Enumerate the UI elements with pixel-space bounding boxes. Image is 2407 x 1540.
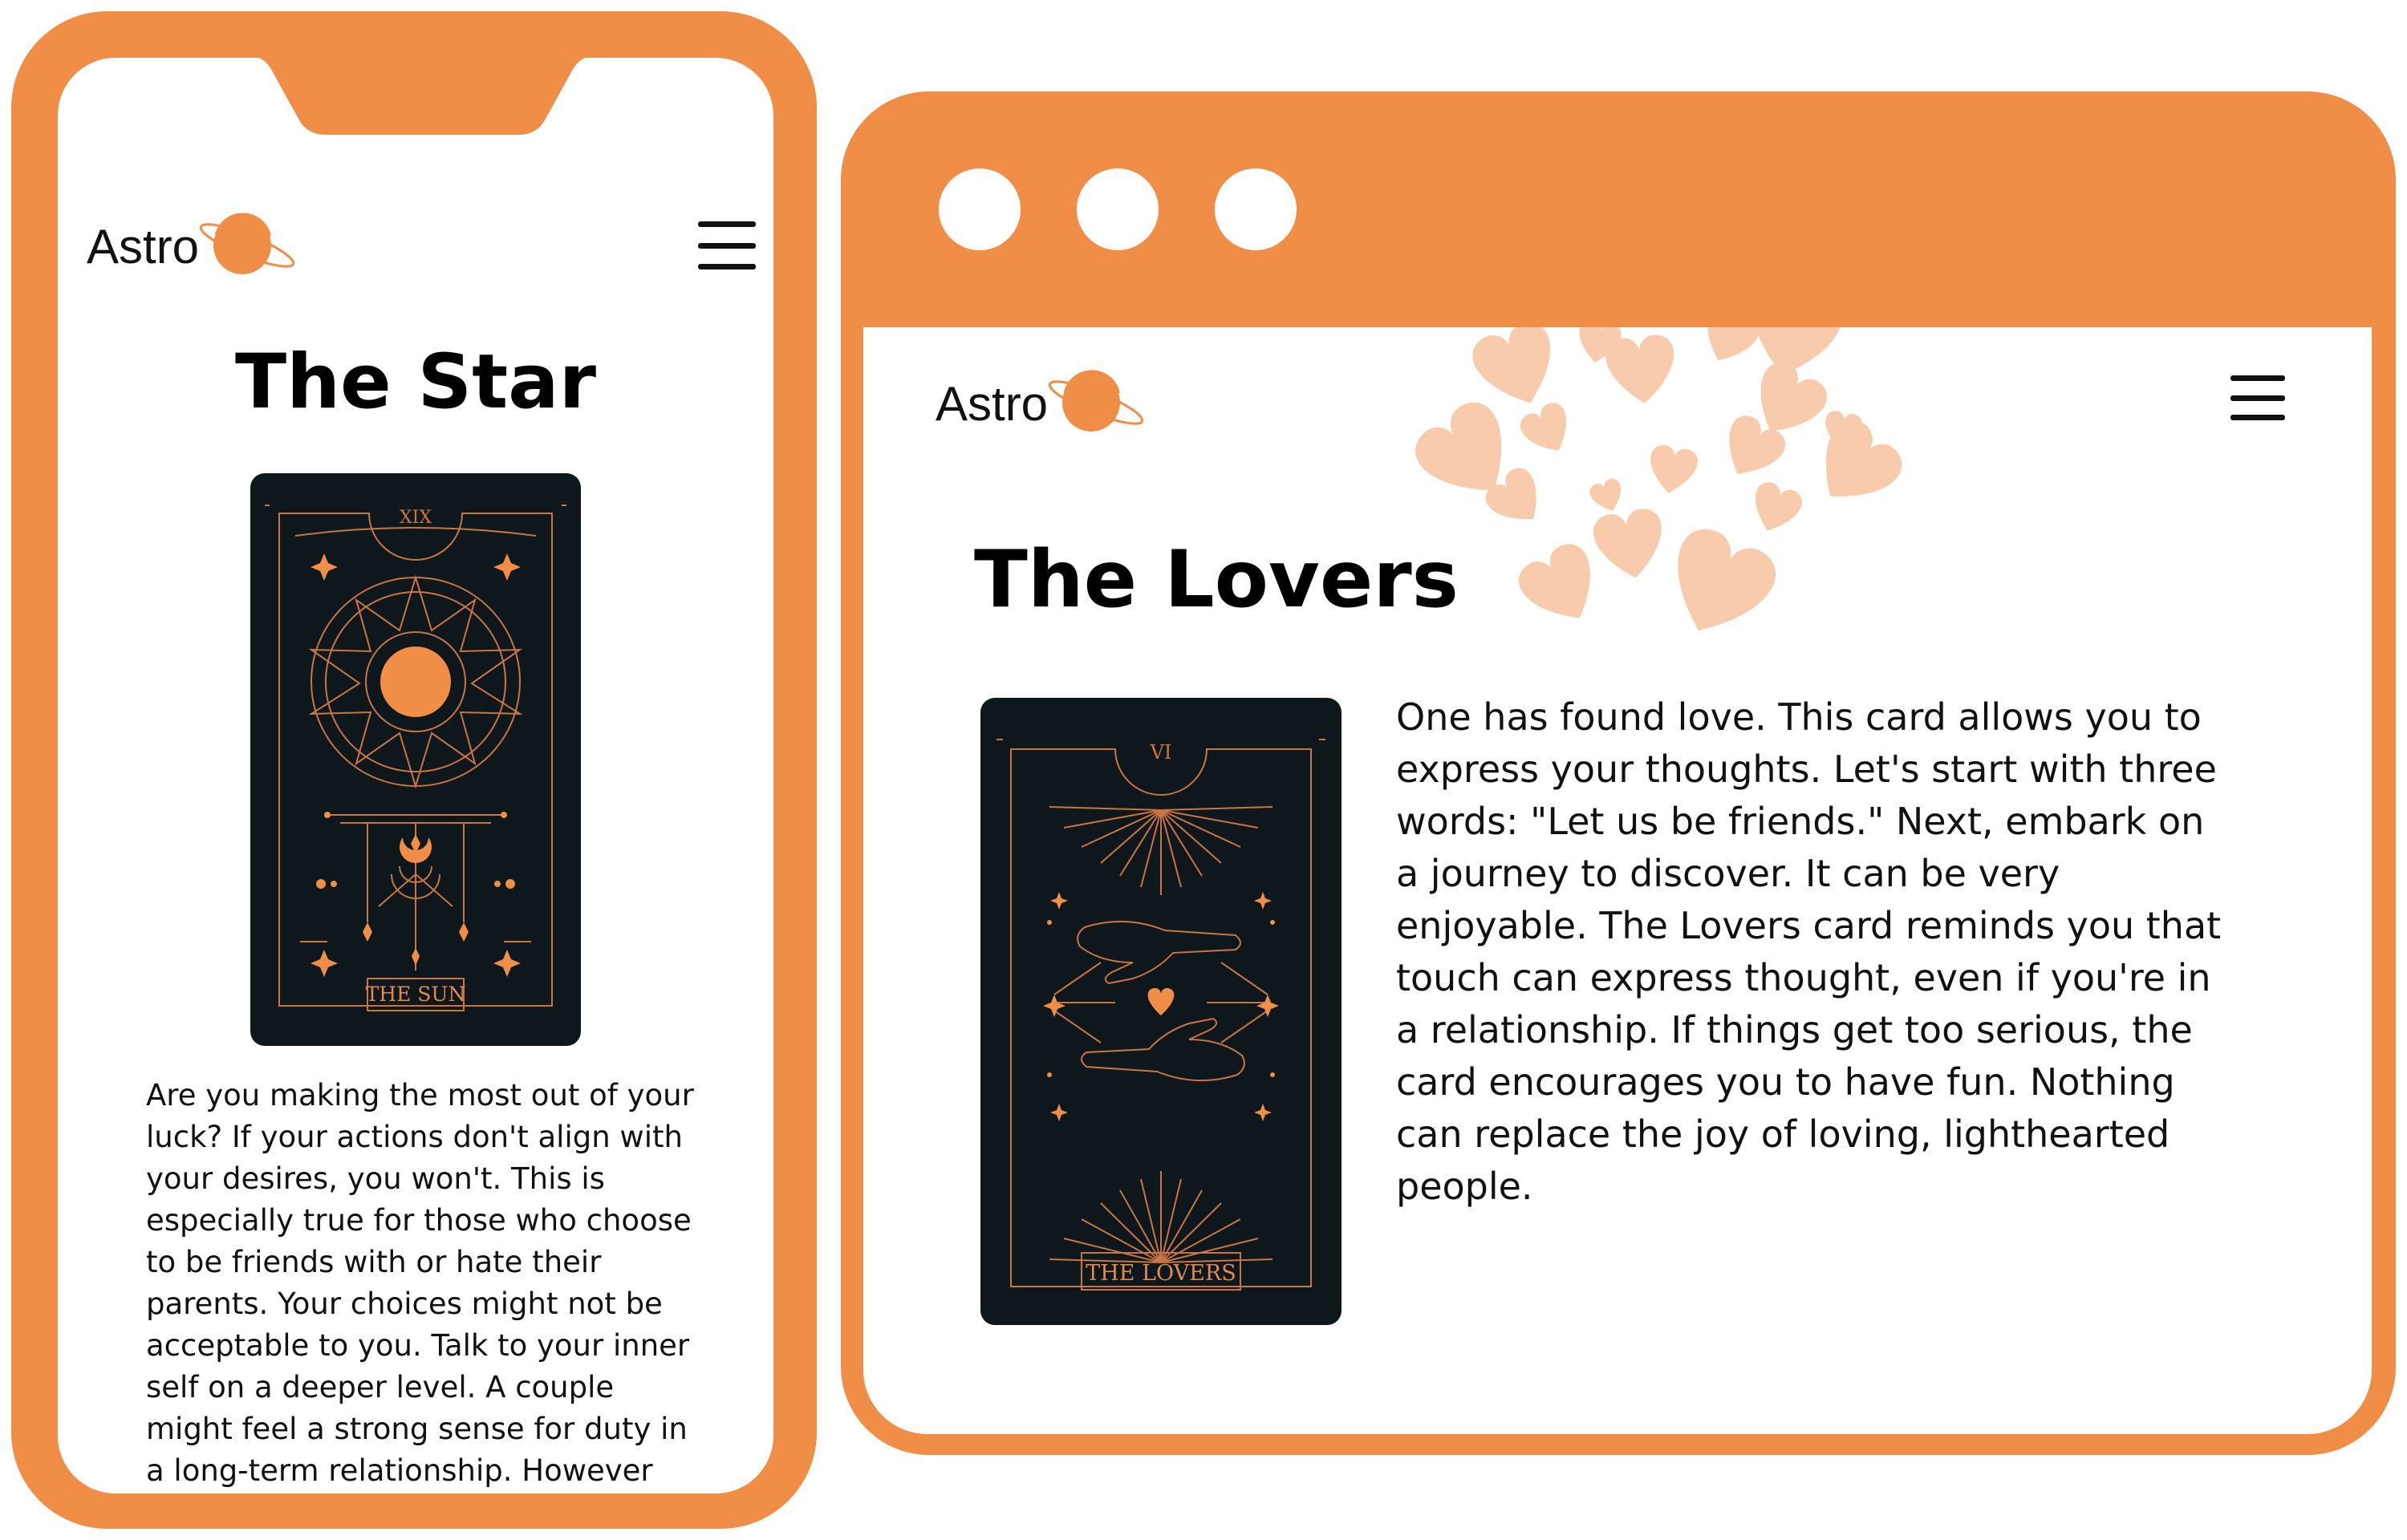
browser-viewport: Astro The Lovers VI THE LOVERS One has f…: [863, 327, 2372, 1434]
hamburger-menu-icon[interactable]: [2230, 375, 2285, 420]
browser-window: Astro The Lovers VI THE LOVERS One has f…: [841, 91, 2396, 1455]
page-title: The Lovers: [974, 534, 1459, 626]
brand-name: Astro: [87, 219, 200, 274]
planet-logo-icon: [1048, 370, 1144, 432]
window-dot[interactable]: [1215, 168, 1297, 250]
tarot-card-the-sun: XIX THE SUN: [250, 473, 581, 1046]
phone-notch: [258, 58, 586, 135]
phone-mockup: Astro The Star XIX THE SUN Are you makin…: [11, 11, 817, 1529]
phone-screen: Astro The Star XIX THE SUN Are you makin…: [58, 58, 773, 1493]
card-description: One has found love. This card allows you…: [1396, 695, 2222, 1208]
tarot-card-the-lovers: VI THE LOVERS: [980, 698, 1342, 1325]
card-numeral: VI: [1150, 741, 1172, 764]
brand-logo[interactable]: Astro: [87, 210, 297, 282]
brand-logo[interactable]: Astro: [936, 367, 1146, 440]
sun-card-illustration: XIX THE SUN: [265, 505, 566, 1011]
card-numeral: XIX: [400, 508, 432, 528]
hearts-decoration: [1406, 327, 1910, 651]
brand-name: Astro: [936, 376, 1049, 431]
lovers-card-illustration: VI THE LOVERS: [996, 739, 1325, 1291]
card-name: THE SUN: [366, 983, 466, 1006]
planet-logo-icon: [199, 213, 295, 274]
page-title: The Star: [235, 338, 596, 426]
window-dot[interactable]: [939, 168, 1021, 250]
card-name: THE LOVERS: [1086, 1261, 1236, 1286]
card-description: Are you making the most out of your luck…: [146, 1078, 694, 1488]
window-dot[interactable]: [1077, 168, 1159, 250]
hamburger-menu-icon[interactable]: [698, 221, 756, 270]
